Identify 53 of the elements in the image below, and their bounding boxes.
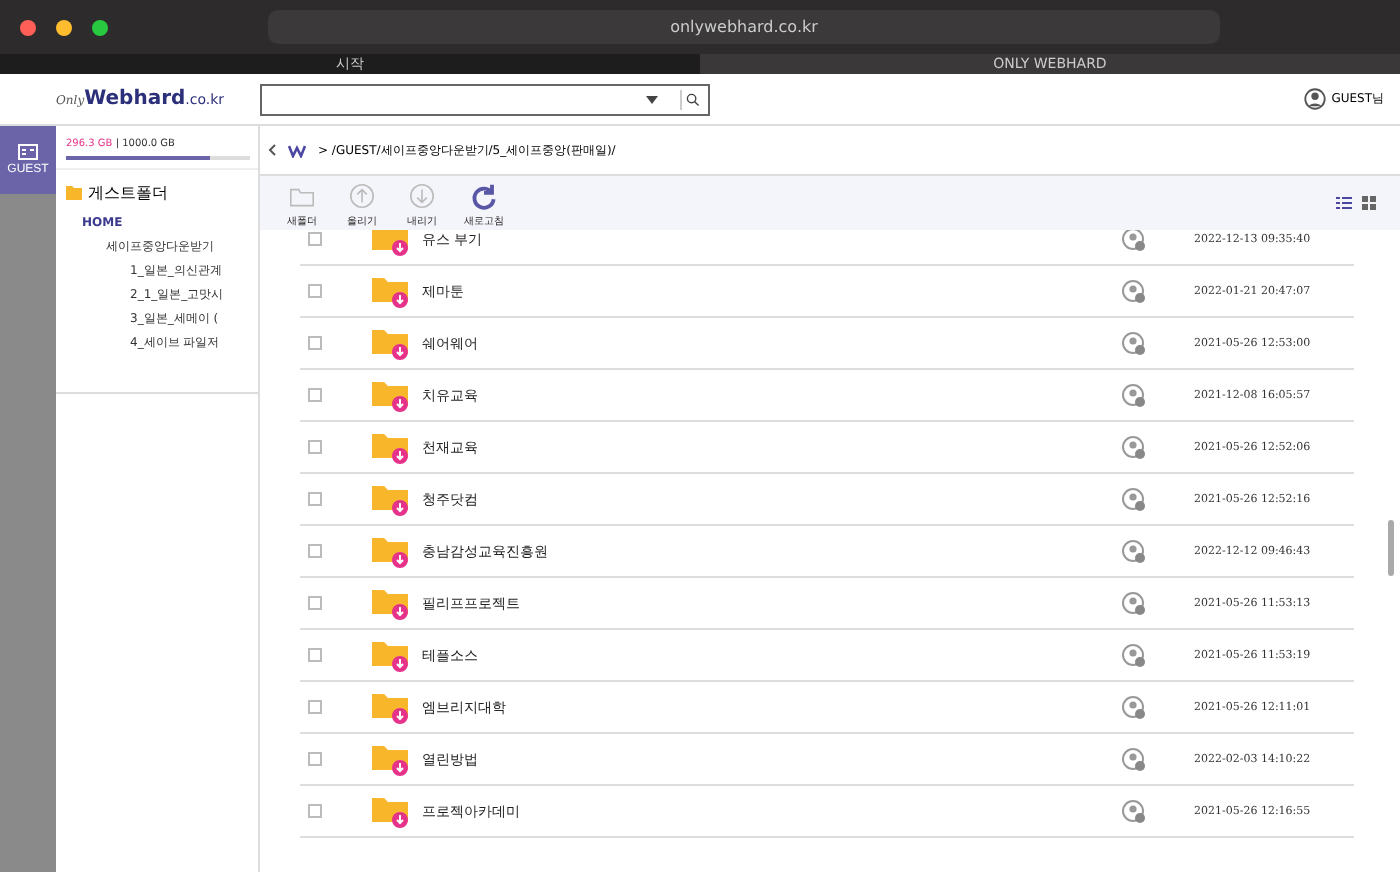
collapse-icon[interactable]: [268, 144, 276, 156]
caret-icon: [644, 93, 660, 105]
folder-download-icon: [372, 431, 412, 463]
shared-user-icon: [1122, 539, 1146, 563]
folder-download-icon: [372, 743, 412, 775]
tree-root[interactable]: 게스트폴더: [88, 182, 168, 204]
shared-user-icon: [1122, 279, 1146, 303]
row-checkbox[interactable]: [308, 284, 322, 298]
shared-user-icon: [1122, 435, 1146, 459]
row-checkbox[interactable]: [308, 752, 322, 766]
w-logo-icon: [288, 143, 306, 157]
shared-user-icon: [1122, 487, 1146, 511]
search-icon: [680, 89, 700, 109]
folder-download-icon: [372, 275, 412, 307]
row-checkbox[interactable]: [308, 440, 322, 454]
shared-user-icon: [1122, 331, 1146, 355]
row-checkbox[interactable]: [308, 388, 322, 402]
row-checkbox[interactable]: [308, 544, 322, 558]
id-card-icon: [18, 144, 38, 160]
search-field[interactable]: [260, 83, 710, 115]
folder-download-icon: [372, 795, 412, 827]
row-checkbox[interactable]: [308, 648, 322, 662]
shared-user-icon: [1122, 747, 1146, 771]
user-avatar-icon: [1303, 88, 1326, 110]
folder-download-icon: [372, 587, 412, 619]
address-bar[interactable]: onlywebhard.co.kr: [268, 10, 1220, 44]
folder-icon: [66, 186, 82, 200]
shared-user-icon: [1122, 383, 1146, 407]
row-checkbox[interactable]: [308, 232, 322, 246]
list-view-icon[interactable]: [1336, 196, 1352, 210]
folder-download-icon: [372, 483, 412, 515]
shared-user-icon: [1122, 799, 1146, 823]
close-window-button[interactable]: [20, 19, 36, 35]
row-checkbox[interactable]: [308, 804, 322, 818]
upload-icon: [344, 179, 380, 211]
row-checkbox[interactable]: [308, 700, 322, 714]
folder-download-icon: [372, 691, 412, 723]
scrollbar-thumb[interactable]: [1388, 520, 1394, 576]
minimize-window-button[interactable]: [56, 19, 72, 35]
row-checkbox[interactable]: [308, 336, 322, 350]
shared-user-icon: [1122, 230, 1146, 251]
folder-download-icon: [372, 379, 412, 411]
grid-view-icon[interactable]: [1362, 196, 1376, 210]
folder-download-icon: [372, 535, 412, 567]
row-checkbox[interactable]: [308, 492, 322, 506]
shared-user-icon: [1122, 643, 1146, 667]
folder-download-icon: [372, 327, 412, 359]
shared-user-icon: [1122, 591, 1146, 615]
download-icon: [404, 179, 440, 211]
shared-user-icon: [1122, 695, 1146, 719]
zoom-window-button[interactable]: [92, 19, 108, 35]
row-checkbox[interactable]: [308, 596, 322, 610]
folder-download-icon: [372, 639, 412, 671]
